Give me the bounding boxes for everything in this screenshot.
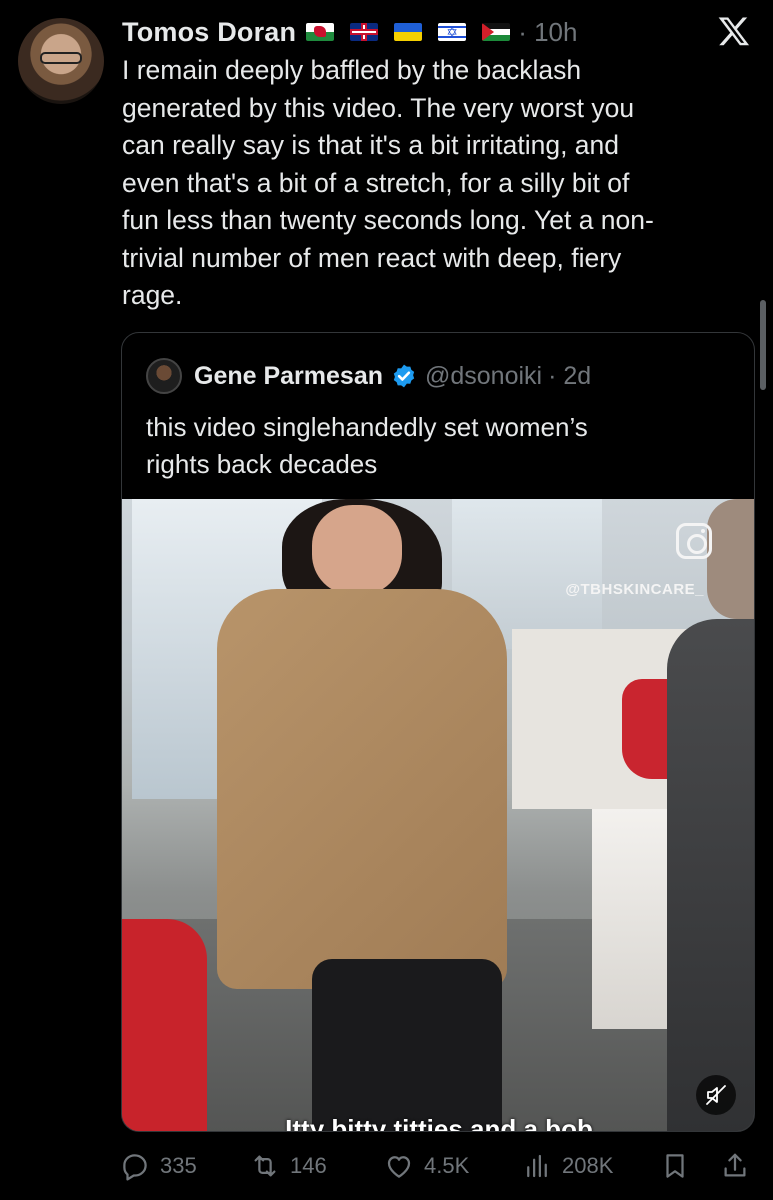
video-caption: Itty bitty titties and a bob: [285, 1114, 593, 1132]
quoted-author-avatar[interactable]: [146, 358, 182, 394]
author-avatar[interactable]: [18, 18, 104, 104]
video-scene-man: [667, 619, 754, 1131]
name-flags: [306, 23, 526, 41]
muted-speaker-icon: [706, 1085, 726, 1105]
reply-icon: [123, 1154, 147, 1181]
views-count: 208K: [562, 1153, 614, 1178]
wales-flag-icon: [306, 23, 335, 41]
quoted-author-handle[interactable]: @dsonoiki: [425, 362, 542, 391]
x-logo-icon: [717, 17, 750, 46]
video-scene-red-figure: [122, 919, 207, 1131]
heart-icon: [387, 1156, 411, 1178]
quoted-post[interactable]: Gene Parmesan @dsonoiki · 2d this video …: [121, 332, 755, 1132]
quoted-post-text: this video singlehandedly set women’s ri…: [146, 412, 588, 479]
author-name[interactable]: Tomos Doran: [122, 17, 296, 48]
quoted-author-name[interactable]: Gene Parmesan: [194, 362, 383, 391]
share-button[interactable]: [720, 1146, 750, 1186]
post-text: I remain deeply baffled by the backlash …: [122, 55, 654, 310]
video-player[interactable]: @TBHSKINCARE_ Itty bitty titties and a b…: [122, 499, 754, 1132]
scrollbar[interactable]: [760, 300, 766, 390]
verified-badge-icon: [393, 364, 415, 388]
israel-flag-icon: [438, 23, 467, 41]
video-scene-woman: [217, 499, 547, 1131]
video-scene-man-head: [707, 499, 754, 619]
reply-button[interactable]: 335: [120, 1146, 197, 1186]
repost-count: 146: [290, 1153, 327, 1178]
bookmark-icon: [666, 1154, 684, 1178]
like-button[interactable]: 4.5K: [384, 1146, 469, 1186]
views-button[interactable]: 208K: [522, 1146, 613, 1186]
ukraine-flag-icon: [394, 23, 423, 41]
palestine-flag-icon: [482, 23, 511, 41]
action-bar: 335 146 4.5K 208K: [120, 1146, 760, 1186]
mute-button[interactable]: [696, 1075, 736, 1115]
repost-button[interactable]: 146: [250, 1146, 327, 1186]
post-header: Tomos Doran · 10h: [122, 14, 753, 50]
bookmark-button[interactable]: [660, 1146, 690, 1186]
instagram-icon: [676, 523, 712, 559]
views-chart-icon: [527, 1154, 547, 1178]
post-timestamp[interactable]: · 10h: [518, 17, 577, 48]
quoted-post-header: Gene Parmesan @dsonoiki · 2d: [146, 358, 591, 394]
like-count: 4.5K: [424, 1153, 470, 1178]
video-watermark: @TBHSKINCARE_: [565, 581, 704, 598]
repost-icon: [254, 1155, 276, 1177]
reply-count: 335: [160, 1153, 197, 1178]
quoted-post-timestamp[interactable]: · 2d: [548, 362, 591, 391]
uk-flag-icon: [350, 23, 379, 41]
share-icon: [724, 1153, 746, 1177]
